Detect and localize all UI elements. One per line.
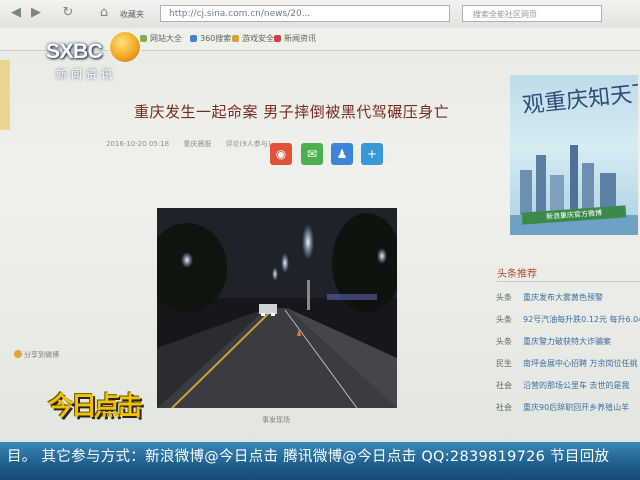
home-icon[interactable]: ⌂ bbox=[96, 5, 112, 21]
share-to-weibo-link[interactable]: 分享到微博 bbox=[14, 350, 59, 360]
photo-caption: 事发现场 bbox=[262, 416, 290, 424]
recommend-link[interactable]: 重庆发布大雾黄色预警 bbox=[523, 292, 603, 303]
recommend-link[interactable]: 重庆90后辞职回开乡养殖山羊 bbox=[523, 402, 629, 413]
logo-emblem bbox=[110, 32, 140, 62]
weibo-share-button[interactable]: ◉ bbox=[270, 143, 292, 165]
weibo-icon bbox=[14, 350, 22, 358]
recommend-link[interactable]: 南坪会展中心招聘 万余岗位任挑 bbox=[523, 358, 638, 369]
night-street-photo bbox=[157, 208, 397, 408]
news-ticker: 目。 其它参与方式：新浪微博@今日点击 腾讯微博@今日点击 QQ:2839819… bbox=[0, 442, 640, 480]
forward-arrow-icon[interactable]: ▶ bbox=[28, 5, 44, 21]
recommend-title: 头条推荐 bbox=[497, 269, 537, 280]
bookmark-item[interactable]: 游戏安全 bbox=[232, 33, 274, 44]
address-bar[interactable]: http://cj.sina.com.cn/news/20... bbox=[160, 5, 450, 22]
browser-toolbar: ◀ ▶ ↻ ⌂ 收藏夹 http://cj.sina.com.cn/news/2… bbox=[0, 0, 640, 29]
logo-subtitle: 新闻资讯 bbox=[56, 68, 116, 81]
recommend-tag: 头条 bbox=[496, 337, 512, 346]
comment-count[interactable]: 评论(9人参与) bbox=[226, 140, 271, 148]
more-share-button[interactable]: + bbox=[361, 143, 383, 165]
logo-brand: SXBC bbox=[46, 40, 103, 63]
recommend-link[interactable]: 92号汽油每升跌0.12元 每升6.04 bbox=[523, 314, 640, 325]
article-date: 2016-10-20 05:18 bbox=[106, 140, 170, 148]
divider bbox=[497, 281, 640, 282]
recommend-tag: 社会 bbox=[496, 403, 512, 412]
recommend-link[interactable]: 重庆警力破获特大诈骗案 bbox=[523, 336, 611, 347]
article-headline: 重庆发生一起命案 男子摔倒被黑代驾碾压身亡 bbox=[134, 103, 450, 121]
bookmark-item[interactable]: 网站大全 bbox=[140, 33, 182, 44]
channel-logo: SXBC 新闻资讯 bbox=[38, 28, 146, 86]
qq-share-button[interactable]: ♟ bbox=[331, 143, 353, 165]
show-logo: 今日点击 bbox=[44, 382, 143, 434]
ticker-text: 目。 其它参与方式：新浪微博@今日点击 腾讯微博@今日点击 QQ:2839819… bbox=[7, 449, 610, 465]
recommend-tag: 民生 bbox=[496, 359, 512, 368]
recommend-tag: 社会 bbox=[496, 381, 512, 390]
refresh-icon[interactable]: ↻ bbox=[60, 5, 76, 21]
article-meta: 2016-10-20 05:18 重庆晨报 评论(9人参与) bbox=[106, 139, 282, 149]
sidebar-ad[interactable]: 观重庆知天下 新浪重庆官方微博 bbox=[510, 75, 638, 235]
article-source[interactable]: 重庆晨报 bbox=[183, 140, 211, 148]
show-logo-text: 今日点击 bbox=[48, 392, 143, 422]
left-edge-widget bbox=[0, 60, 10, 130]
search-input[interactable]: 搜索全能社区网页 bbox=[462, 5, 602, 22]
bookmark-item[interactable]: 360搜索 bbox=[190, 33, 231, 44]
article-photo bbox=[157, 208, 397, 408]
wechat-share-button[interactable]: ✉ bbox=[301, 143, 323, 165]
favorites-label[interactable]: 收藏夹 bbox=[120, 9, 144, 20]
recommend-tag: 头条 bbox=[496, 293, 512, 302]
recommend-tag: 头条 bbox=[496, 315, 512, 324]
bookmark-item[interactable]: 新闻资讯 bbox=[274, 33, 316, 44]
browser-screen: ◀ ▶ ↻ ⌂ 收藏夹 http://cj.sina.com.cn/news/2… bbox=[0, 0, 640, 442]
back-arrow-icon[interactable]: ◀ bbox=[8, 5, 24, 21]
recommend-link[interactable]: 沿营的那场公里车 去世的是我 bbox=[523, 380, 630, 391]
